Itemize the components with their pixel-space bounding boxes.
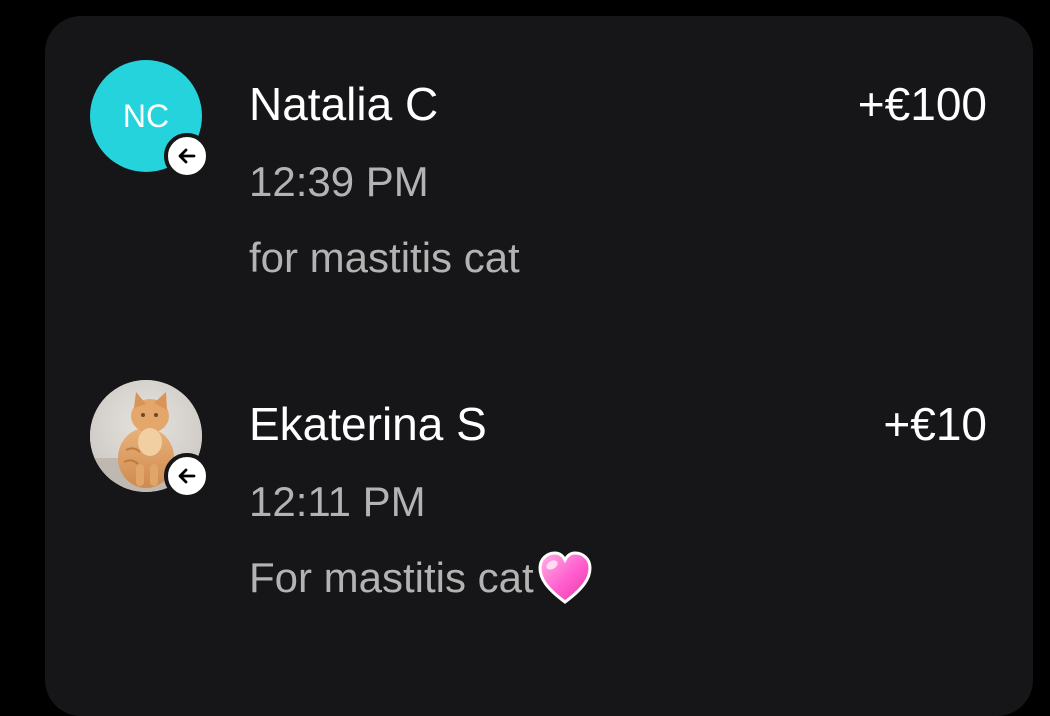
arrow-left-icon — [178, 148, 196, 164]
avatar-initials: NC — [122, 97, 170, 134]
pink-heart-icon — [538, 551, 592, 604]
transaction-row[interactable]: Ekaterina S +€10 12:11 PM For mastitis c… — [45, 378, 1033, 638]
transaction-note: for mastitis cat — [249, 230, 520, 286]
transaction-row[interactable]: NC Natalia C +€100 12:39 PM for mastitis… — [45, 58, 1033, 318]
transaction-amount: +€10 — [883, 398, 987, 450]
incoming-badge — [164, 453, 210, 499]
transaction-time: 12:39 PM — [249, 158, 429, 205]
sender-name: Ekaterina S — [249, 398, 487, 450]
transaction-amount: +€100 — [857, 78, 987, 130]
transaction-time: 12:11 PM — [249, 478, 426, 525]
incoming-badge — [164, 133, 210, 179]
avatar-container — [90, 380, 210, 499]
arrow-left-icon — [178, 468, 196, 484]
sender-name: Natalia C — [249, 78, 439, 130]
transaction-note-text: for mastitis cat — [249, 234, 520, 281]
transaction-note-text: For mastitis cat — [249, 554, 534, 601]
transaction-note: For mastitis cat — [249, 550, 594, 606]
avatar-container: NC — [90, 60, 210, 179]
